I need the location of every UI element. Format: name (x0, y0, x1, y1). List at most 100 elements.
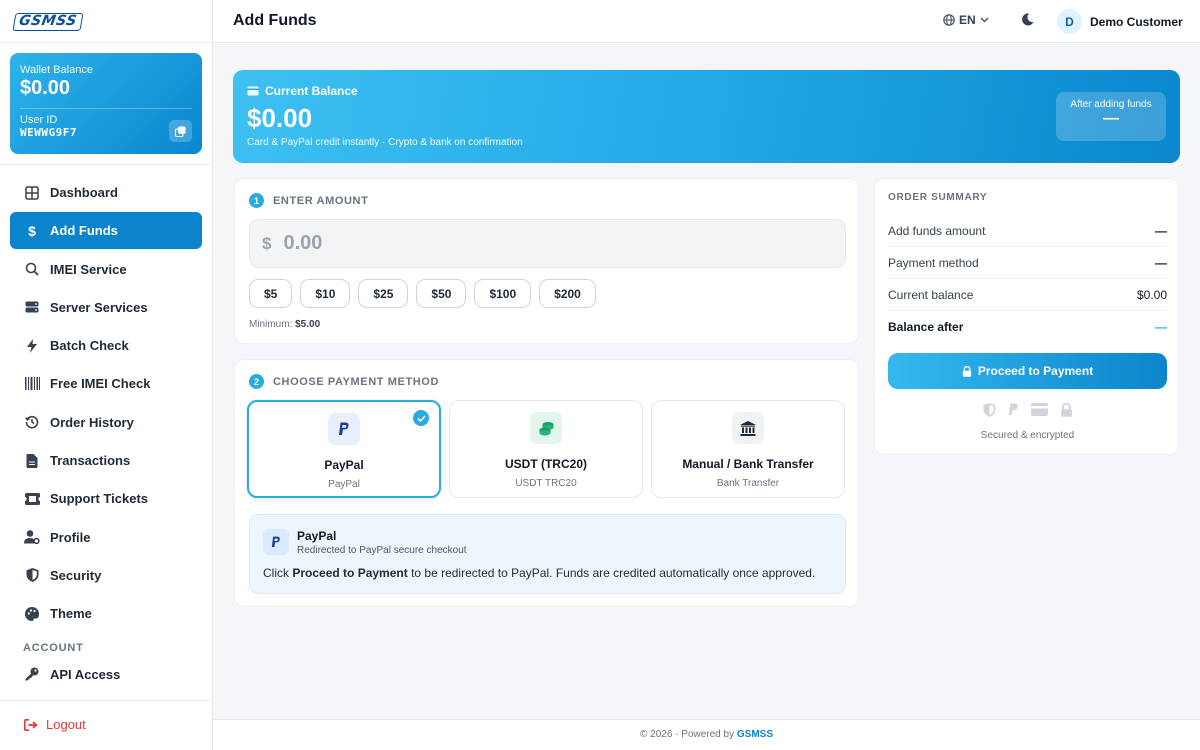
amount-field[interactable]: $ (249, 219, 846, 268)
shield-icon (983, 403, 996, 417)
divider (20, 108, 192, 109)
step-header: 1 ENTER AMOUNT (249, 193, 368, 208)
gsmss-logo[interactable]: GSMSS (12, 13, 84, 31)
summary-row-value: — (1155, 320, 1167, 334)
page-title: Add Funds (233, 12, 317, 29)
paypal-icon (328, 413, 360, 445)
user-menu[interactable]: D Demo Customer (1057, 9, 1183, 34)
sidebar-item-label: Batch Check (50, 338, 129, 354)
payment-info-text-bold: Proceed to Payment (292, 566, 408, 580)
preset-amounts: $5 $10 $25 $50 $100 $200 (249, 279, 604, 308)
minimum-value: $5.00 (295, 319, 321, 330)
sidebar-item-api-access[interactable]: API Access (10, 656, 202, 693)
sidebar-item-imei-service[interactable]: IMEI Service (10, 251, 202, 288)
preset-5-button[interactable]: $5 (249, 279, 293, 308)
summary-row-label: Balance after (888, 320, 964, 334)
sidebar-item-free-imei-check[interactable]: Free IMEI Check (10, 365, 202, 402)
language-selector[interactable]: EN (943, 13, 989, 27)
avatar: D (1057, 9, 1082, 34)
sidebar-item-batch-check[interactable]: Batch Check (10, 327, 202, 364)
sidebar-section-account: ACCOUNT (23, 641, 84, 654)
ticket-icon (24, 491, 40, 507)
preset-50-button[interactable]: $50 (416, 279, 467, 308)
user-name: Demo Customer (1090, 14, 1183, 29)
lock-icon (1060, 403, 1073, 417)
sidebar-item-security[interactable]: Security (10, 557, 202, 594)
footer: © 2026 · Powered by GSMSS (213, 719, 1200, 750)
payment-info-text-prefix: Click (263, 566, 289, 580)
summary-row-label: Add funds amount (888, 223, 986, 238)
step-number: 1 (249, 193, 264, 208)
sidebar-item-label: Dashboard (50, 185, 118, 200)
sidebar-item-dashboard[interactable]: Dashboard (10, 174, 202, 211)
sidebar-item-support-tickets[interactable]: Support Tickets (10, 480, 202, 517)
secured-encrypted-text: Secured & encrypted (980, 430, 1075, 441)
moon-icon (1022, 13, 1034, 26)
step-header: 2 CHOOSE PAYMENT METHOD (249, 374, 439, 389)
user-id-label: User ID (20, 114, 58, 126)
sidebar-item-label: Server Services (50, 299, 148, 315)
security-badges (875, 403, 1180, 417)
summary-row-value: — (1155, 223, 1167, 238)
sidebar-item-add-funds[interactable]: $ Add Funds (10, 212, 202, 250)
summary-row-value: — (1155, 255, 1167, 270)
credit-timing-note: Card & PayPal credit instantly · Crypto … (247, 137, 523, 148)
paypal-icon (1008, 403, 1019, 417)
wallet-balance-label: Wallet Balance (20, 64, 93, 76)
wallet-icon (247, 86, 259, 96)
dark-mode-toggle[interactable] (1021, 13, 1034, 26)
footer-brand-link[interactable]: GSMSS (737, 729, 773, 740)
payment-option-usdt[interactable]: USDT (TRC20) USDT TRC20 (449, 400, 643, 498)
search-icon (24, 261, 40, 277)
file-icon (24, 453, 40, 469)
sidebar-item-transactions[interactable]: Transactions (10, 442, 202, 479)
after-adding-funds-value: — (1103, 110, 1119, 127)
current-balance-label-row: Current Balance (247, 84, 358, 98)
sidebar-item-order-history[interactable]: Order History (10, 404, 202, 441)
sidebar-item-label: API Access (50, 666, 121, 682)
logout-button[interactable]: Logout (24, 717, 86, 732)
payment-option-paypal[interactable]: PayPal PayPal (247, 400, 441, 498)
sidebar-item-server-services[interactable]: Server Services (10, 289, 202, 326)
bolt-icon (24, 338, 40, 354)
server-icon (24, 299, 40, 315)
sidebar-item-label: Theme (50, 606, 92, 622)
sidebar-item-label: Support Tickets (50, 491, 149, 507)
current-balance-value: $0.00 (247, 103, 313, 133)
amount-input[interactable] (283, 232, 784, 255)
preset-25-button[interactable]: $25 (358, 279, 409, 308)
payment-option-sub: Bank Transfer (716, 478, 780, 489)
copy-user-id-button[interactable] (169, 120, 192, 142)
barcode-icon (24, 376, 40, 392)
coins-icon (530, 412, 562, 444)
preset-10-button[interactable]: $10 (300, 279, 351, 308)
wallet-balance-value: $0.00 (20, 77, 71, 99)
history-icon (24, 414, 40, 430)
summary-row-add-funds-amount: Add funds amount — (888, 215, 1167, 247)
sidebar-item-label: Profile (50, 529, 91, 545)
globe-icon (943, 14, 955, 26)
preset-100-button[interactable]: $100 (474, 279, 532, 308)
sidebar-item-profile[interactable]: Profile (10, 519, 202, 556)
user-gear-icon (24, 529, 40, 545)
divider (0, 42, 213, 43)
summary-row-value: $0.00 (1136, 287, 1167, 302)
payment-info-title: PayPal (297, 529, 337, 543)
dollar-icon: $ (28, 222, 36, 239)
payment-option-name: Manual / Bank Transfer (682, 457, 814, 471)
sidebar-item-label: Free IMEI Check (50, 376, 151, 392)
preset-200-button[interactable]: $200 (539, 279, 596, 308)
proceed-to-payment-button[interactable]: Proceed to Payment (888, 353, 1167, 389)
sidebar-item-theme[interactable]: Theme (10, 595, 202, 632)
lock-icon (962, 365, 972, 377)
payment-method-info: PayPal Redirected to PayPal secure check… (249, 514, 846, 594)
payment-info-subtitle: Redirected to PayPal secure checkout (297, 545, 467, 556)
summary-row-balance-after: Balance after — (888, 311, 1167, 343)
copy-icon (175, 125, 186, 137)
current-balance-banner: Current Balance $0.00 Card & PayPal cred… (233, 70, 1180, 163)
summary-row-payment-method: Payment method — (888, 247, 1167, 279)
payment-option-sub: USDT TRC20 (515, 478, 577, 489)
payment-option-bank-transfer[interactable]: Manual / Bank Transfer Bank Transfer (651, 400, 845, 498)
summary-row-current-balance: Current balance $0.00 (888, 279, 1167, 311)
key-icon (24, 666, 40, 682)
